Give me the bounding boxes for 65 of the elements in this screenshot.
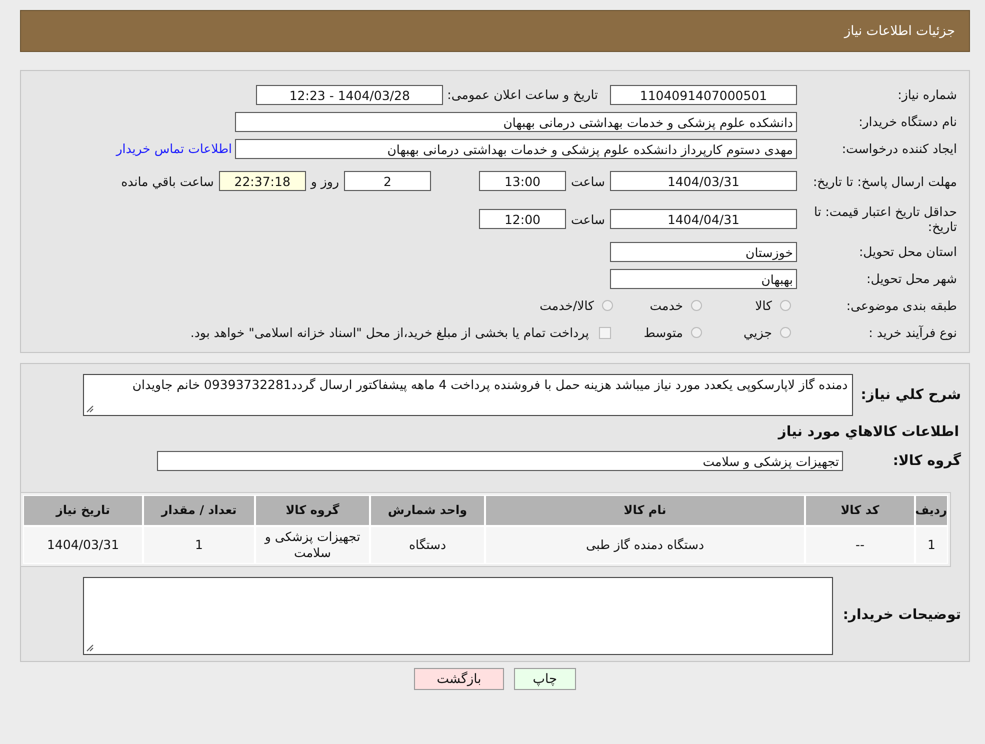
description-field: دمنده گاز لاپارسکوپی یکعدد مورد نیاز میباشد هزینه حمل با فروشنده پرداخت 4 ماهه پیشفاکتور ارسال گردد09393732281 خانم جاویدان [82,374,853,416]
back-button[interactable]: بازگشت [414,668,504,690]
buyer-notes-field[interactable] [82,577,833,655]
field-label: حداقل تاریخ اعتبار قیمت: تا تاریخ: [812,204,958,234]
field-label: مهلت ارسال پاسخ: تا تاریخ: [812,174,958,188]
field-label: شماره نیاز: [896,87,958,102]
time-field: 12:00 [478,209,566,229]
time-field: 13:00 [478,171,566,191]
province-field: خوزستان [610,242,797,262]
table-cell: دستگاه دمنده گاز طبی [485,526,805,564]
column-header: کد کالا [805,495,915,526]
radio-button[interactable] [691,300,702,311]
resize-grip-icon [86,644,94,652]
days-field: 2 [344,171,431,191]
field-label: نوع فرآیند خرید : [868,325,958,340]
page-title: جزئیات اطلاعات نیاز [844,24,955,38]
radio-label: کالا [754,298,772,313]
city-field: بهبهان [610,268,797,288]
field-label: استان محل تحویل: [858,244,958,259]
radio-button[interactable] [602,300,613,311]
buyer-field: دانشکده علوم پزشکی و خدمات بهداشتی درمانی بهبهان [235,112,797,132]
table-cell: -- [805,526,915,564]
radio-label: کالا/خدمت [538,298,594,313]
column-header: تعداد / مقدار [143,495,255,526]
field-label: طبقه بندی موضوعی: [845,298,958,313]
radio-button[interactable] [780,327,791,338]
need-number-field: 1104091407000501 [610,84,797,104]
time-label: ساعت [570,174,606,188]
field-label: تاریخ و ساعت اعلان عمومی: [446,87,599,102]
table-cell: تجهیزات پزشکی و سلامت [255,526,370,564]
section-heading: اطلاعات كالاهاي مورد نياز [776,423,960,442]
contact-link[interactable]: اطلاعات تماس خریدار [116,141,235,156]
table-cell: 1404/03/31 [23,526,143,564]
field-label: ایجاد کننده درخواست: [840,141,958,156]
field-label: گروه کالا: [892,453,962,469]
radio-label: خدمت [648,298,683,313]
goods-group-field: تجهیزات پزشکی و سلامت [157,451,843,471]
column-header: گروه کالا [255,495,370,526]
column-header: نام کالا [485,495,805,526]
remaining-label: ساعت باقي مانده [120,174,215,188]
date-field: 1404/04/31 [610,209,797,229]
payment-note: پرداخت تمام یا بخشی از مبلغ خرید،از محل "اسناد خزانه اسلامی" خواهد بود. [190,325,589,340]
radio-label: جزيي [742,325,772,340]
checkbox[interactable] [599,326,611,338]
table-cell: دستگاه [370,526,485,564]
field-label: شهر محل تحویل: [866,271,958,286]
radio-label: متوسط [642,325,683,340]
field-label: توضیحات خریدار: [842,606,962,623]
radio-button[interactable] [780,300,791,311]
column-header: تاریخ نیاز [23,495,143,526]
print-button[interactable]: چاپ [514,668,576,690]
radio-button[interactable] [691,327,702,338]
table-cell: 1 [915,526,948,564]
table-cell: 1 [143,526,255,564]
requester-field: مهدی دستوم کارپرداز دانشکده علوم پزشکی و خدمات بهداشتی درمانی بهبهان [235,138,797,158]
column-header: واحد شمارش [370,495,485,526]
time-label: ساعت [570,212,606,226]
resize-grip-icon [86,405,94,413]
announce-date-field: 1404/03/28 - 12:23 [256,84,444,104]
column-header: ردیف [915,495,948,526]
remaining-time-field: 22:37:18 [218,171,306,191]
field-label: شرح كلي نياز: [860,387,962,403]
days-label: روز و [309,174,340,188]
date-field: 1404/03/31 [610,171,797,191]
field-label: نام دستگاه خریدار: [858,114,958,129]
